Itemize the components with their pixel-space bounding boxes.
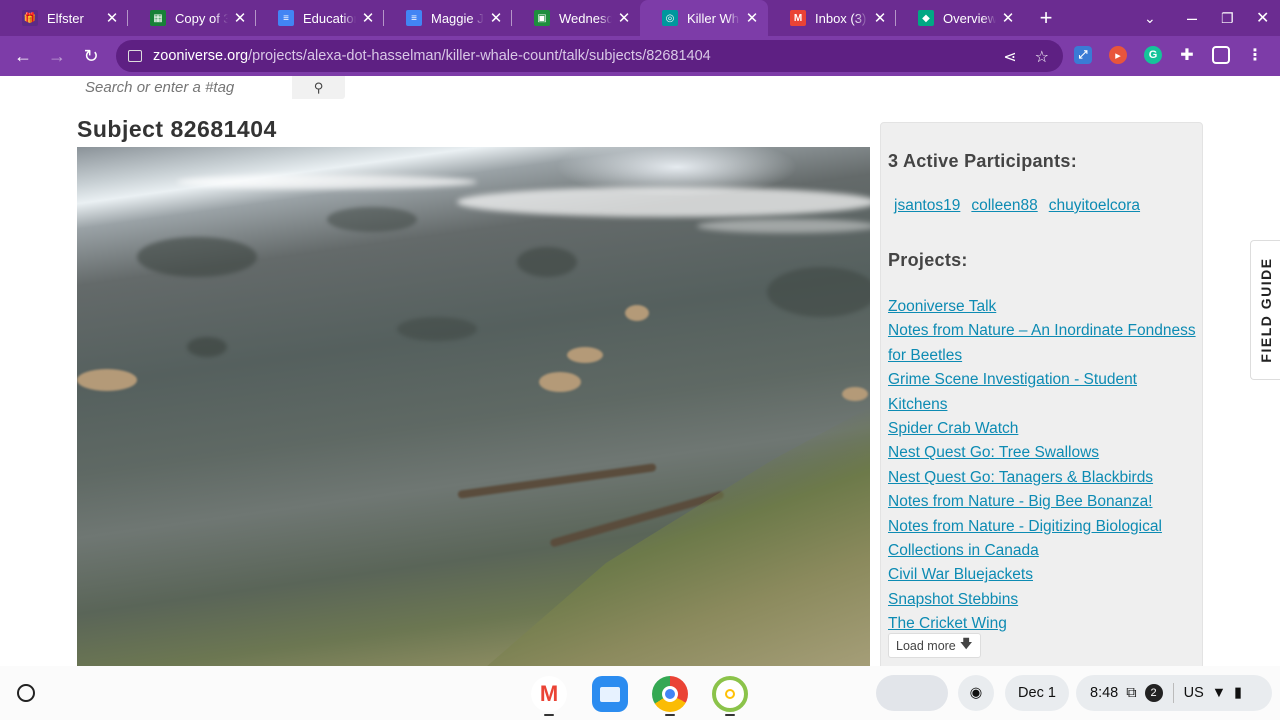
chrome-app-icon[interactable]: [652, 676, 688, 712]
gmail-icon: M: [790, 10, 806, 26]
date-pill[interactable]: Dec 1: [1005, 675, 1069, 711]
time-label: 8:48: [1090, 685, 1119, 701]
site-info-icon[interactable]: [128, 50, 142, 62]
talk-search: ⚲: [77, 76, 345, 99]
gift-icon: 🎁: [22, 10, 38, 26]
project-link[interactable]: Notes from Nature - Big Bee Bonanza!: [888, 490, 1198, 514]
grammarly-icon[interactable]: G: [1144, 46, 1162, 64]
os-shelf: M ◉ Dec 1 8:48 ⧉ 2 US ▼ ▮: [0, 666, 1280, 720]
project-link[interactable]: Notes from Nature – An Inordinate Fondne…: [888, 319, 1198, 368]
project-link[interactable]: Civil War Bluejackets: [888, 563, 1198, 587]
project-link[interactable]: Notes from Nature - Digitizing Biologica…: [888, 515, 1198, 564]
tab-5[interactable]: ◎ Killer Whal✕: [640, 0, 768, 36]
tab-strip: 🎁Elfster✕▦Copy of 3L✕≡Education✕≡Maggie …: [0, 0, 1280, 36]
url-host: zooniverse.org: [153, 48, 249, 64]
tab-close-icon[interactable]: ✕: [744, 9, 760, 27]
cast-icon: ⧉: [1126, 685, 1137, 701]
subject-image[interactable]: [77, 147, 870, 666]
close-window-icon[interactable]: ✕: [1256, 0, 1269, 36]
tab-close-icon[interactable]: ✕: [1000, 9, 1016, 27]
screen-capture-icon[interactable]: ◉: [958, 675, 994, 711]
tab-close-icon[interactable]: ✕: [616, 9, 632, 27]
load-more-label: Load more: [896, 638, 956, 653]
reload-icon[interactable]: ↻: [74, 46, 108, 67]
project-link[interactable]: Zooniverse Talk: [888, 295, 1198, 319]
field-guide-label: FIELD GUIDE: [1257, 257, 1274, 363]
tab-search-icon[interactable]: ⌄: [1144, 0, 1156, 36]
tab-label: Overview: [943, 10, 996, 26]
overview-icon: ◆: [918, 10, 934, 26]
arrow-down-icon: 🡇: [959, 637, 973, 651]
sheets-icon: ▦: [150, 10, 166, 26]
project-link[interactable]: Snapshot Stebbins: [888, 588, 1198, 612]
wifi-icon: ▼: [1211, 685, 1227, 701]
url-path: /projects/alexa-dot-hasselman/killer-wha…: [248, 48, 711, 64]
browser-menu-icon[interactable]: ⋮: [1246, 46, 1264, 64]
tab-label: Education: [303, 10, 356, 26]
projects-heading: Projects:: [888, 250, 968, 270]
load-more-button[interactable]: Load more 🡇: [888, 633, 981, 658]
screen-recorder-app-icon[interactable]: [712, 676, 748, 712]
tab-close-icon[interactable]: ✕: [232, 9, 248, 27]
project-link[interactable]: Grime Scene Investigation - Student Kitc…: [888, 368, 1198, 417]
minimize-icon[interactable]: –: [1187, 0, 1197, 36]
screencast-extension-icon[interactable]: ▸: [1109, 46, 1127, 64]
tab-close-icon[interactable]: ✕: [360, 9, 376, 27]
page-title: Subject 82681404: [77, 116, 277, 142]
zooniverse-icon: ◎: [662, 10, 678, 26]
bookmark-star-icon[interactable]: ☆: [1035, 47, 1049, 67]
classroom-icon: ▣: [534, 10, 550, 26]
locale-label: US: [1183, 685, 1204, 701]
participant-link[interactable]: colleen88: [971, 197, 1037, 215]
tab-2[interactable]: ≡ Education ✕: [256, 0, 384, 36]
docs-icon: ≡: [278, 10, 294, 26]
tab-label: Maggie Jo: [431, 10, 484, 26]
notification-count: 2: [1144, 684, 1163, 702]
forward-icon[interactable]: →: [40, 46, 74, 67]
tab-label: Killer Whal: [687, 10, 740, 26]
participant-link[interactable]: jsantos19: [894, 197, 960, 215]
share-icon[interactable]: ⋖: [1003, 47, 1016, 67]
tab-label: Copy of 3L: [175, 10, 228, 26]
page-content: ⚲ Subject 82681404 3 Active Participants…: [0, 76, 1280, 666]
tab-close-icon[interactable]: ✕: [104, 9, 120, 27]
field-guide-tab[interactable]: FIELD GUIDE: [1250, 240, 1280, 380]
extension-icon-1[interactable]: ⤢: [1074, 46, 1092, 64]
project-list: Zooniverse Talk Notes from Nature – An In…: [888, 295, 1198, 637]
date-label: Dec 1: [1018, 685, 1056, 701]
holding-space-thumbnail[interactable]: [876, 675, 948, 711]
side-panel-icon[interactable]: [1212, 46, 1230, 64]
address-bar[interactable]: zooniverse.org/projects/alexa-dot-hassel…: [116, 40, 1063, 72]
files-app-icon[interactable]: [592, 676, 628, 712]
talk-side-panel: 3 Active Participants: jsantos19 colleen8…: [880, 122, 1203, 666]
tab-label: Inbox (3) -: [815, 10, 868, 26]
battery-icon: ▮: [1234, 685, 1243, 701]
project-link[interactable]: Nest Quest Go: Tanagers & Blackbirds: [888, 466, 1198, 490]
participant-link[interactable]: chuyitoelcora: [1049, 197, 1140, 215]
talk-search-input[interactable]: [77, 76, 292, 99]
tab-3[interactable]: ≡ Maggie Jo✕: [384, 0, 512, 36]
launcher-icon[interactable]: [17, 684, 35, 702]
tab-close-icon[interactable]: ✕: [488, 9, 504, 27]
participants-heading: 3 Active Participants:: [888, 151, 1077, 171]
tab-7[interactable]: ◆ Overview ✕: [896, 0, 1024, 36]
tab-1[interactable]: ▦ Copy of 3L✕: [128, 0, 256, 36]
project-link[interactable]: Nest Quest Go: Tree Swallows: [888, 441, 1198, 465]
status-tray[interactable]: 8:48 ⧉ 2 US ▼ ▮: [1076, 675, 1272, 711]
extensions-puzzle-icon[interactable]: ✚: [1178, 46, 1196, 64]
gmail-app-icon[interactable]: M: [531, 676, 567, 712]
tab-4[interactable]: ▣ Wednesda✕: [512, 0, 640, 36]
project-link[interactable]: Spider Crab Watch: [888, 417, 1198, 441]
tab-6[interactable]: M Inbox (3) -✕: [768, 0, 896, 36]
search-icon[interactable]: ⚲: [292, 80, 345, 96]
new-tab-icon[interactable]: +: [1028, 5, 1064, 31]
tab-close-icon[interactable]: ✕: [872, 9, 888, 27]
tab-label: Elfster: [47, 10, 84, 26]
back-icon[interactable]: ←: [6, 46, 40, 67]
tab-label: Wednesda: [559, 10, 612, 26]
restore-icon[interactable]: ❐: [1221, 0, 1234, 36]
docs-icon: ≡: [406, 10, 422, 26]
participant-list: jsantos19 colleen88 chuyitoelcora: [894, 197, 1140, 215]
tab-0[interactable]: 🎁 Elfster ✕: [0, 0, 128, 36]
